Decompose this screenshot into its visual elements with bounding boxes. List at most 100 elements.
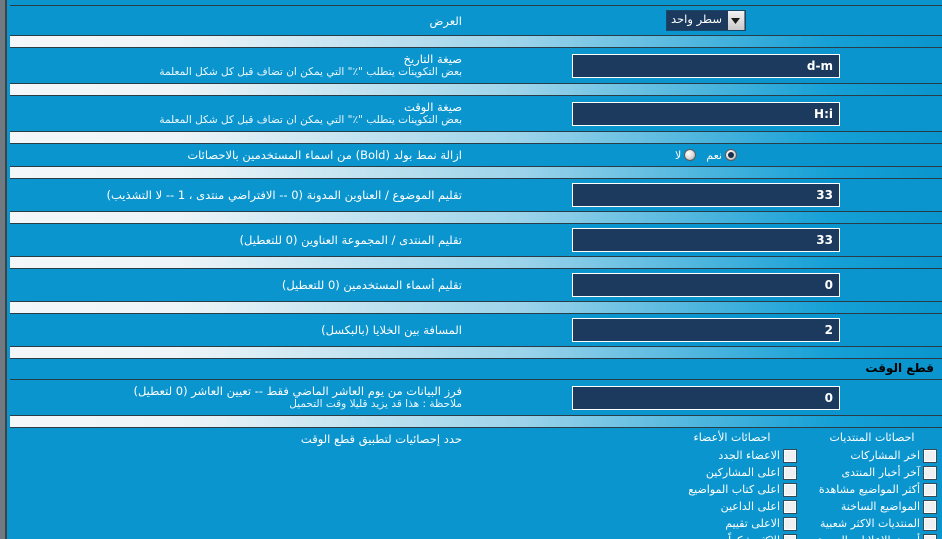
checkbox-column-forum-stats: احصائات المنتديات اخر المشاركات آخر أخبا…: [802, 431, 942, 539]
radio-on-icon[interactable]: [725, 149, 737, 161]
setting-row-time-format: صيغة الوقت بعض التكوينات يتطلب "٪" التي …: [10, 96, 942, 131]
checkbox-icon[interactable]: [783, 465, 797, 480]
cell-spacing-field-cell: [470, 314, 942, 346]
setting-row-trim-topic: تقليم الموضوع / العناوين المدونة (0 -- ا…: [10, 179, 942, 211]
setting-row-time-cut-stats: احصائات المنتديات اخر المشاركات آخر أخبا…: [10, 428, 942, 539]
row-separator: [10, 131, 942, 144]
remove-bold-field-cell: نعم لا: [470, 145, 942, 166]
checkbox-label: أكثر المواضيع مشاهدة: [818, 483, 920, 496]
date-format-field-cell: [470, 50, 942, 82]
trim-topic-input[interactable]: [572, 183, 840, 207]
display-label-cell: العرض: [10, 10, 470, 32]
remove-bold-radio-no[interactable]: لا: [675, 149, 697, 162]
display-select[interactable]: سطر واحد: [666, 10, 746, 31]
checkbox-label: المواضيع الساخنة: [840, 500, 920, 513]
checkbox-label: اعلى كتاب المواضيع: [688, 483, 780, 496]
row-separator: [10, 415, 942, 428]
row-separator: [10, 256, 942, 269]
settings-sheet: سطر واحد العرض صيغة التاريخ بعض التكوينا…: [10, 0, 942, 539]
section-header-time-cut: قطع الوقت: [10, 359, 942, 378]
setting-row-display: سطر واحد العرض: [10, 6, 942, 35]
checkbox-item[interactable]: آخر أخبار المنتدى: [808, 464, 937, 481]
date-format-label: صيغة التاريخ: [403, 52, 462, 66]
time-cutoff-label-cell: فرز البيانات من يوم العاشر الماضي فقط --…: [10, 380, 470, 415]
remove-bold-radio-yes[interactable]: نعم: [706, 149, 737, 162]
checkbox-item[interactable]: أكثر المواضيع مشاهدة: [808, 481, 937, 498]
checkbox-item[interactable]: المواضيع الساخنة: [808, 498, 937, 515]
cell-spacing-label-cell: المسافة بين الخلايا (بالبكسل): [10, 319, 470, 341]
checkbox-label: المنتديات الاكثر شعبية: [820, 517, 920, 530]
checkbox-icon[interactable]: [783, 448, 797, 463]
remove-bold-yes-label: نعم: [706, 148, 722, 162]
checkbox-icon[interactable]: [923, 516, 937, 531]
trim-usernames-input[interactable]: [572, 273, 840, 297]
time-cutoff-field-cell: [470, 382, 942, 414]
time-cutoff-label: فرز البيانات من يوم العاشر الماضي فقط --…: [133, 384, 462, 398]
checkbox-icon[interactable]: [783, 482, 797, 497]
checkbox-icon[interactable]: [923, 533, 937, 539]
checkbox-icon[interactable]: [923, 499, 937, 514]
checkbox-icon[interactable]: [783, 499, 797, 514]
setting-row-time-cutoff: فرز البيانات من يوم العاشر الماضي فقط --…: [10, 380, 942, 415]
checkbox-label: الاعلى تقييم: [725, 517, 780, 530]
time-format-label-cell: صيغة الوقت بعض التكوينات يتطلب "٪" التي …: [10, 96, 470, 131]
time-format-input[interactable]: [572, 101, 840, 126]
trim-forum-label: تقليم المنتدى / المجموعة العناوين (0 للت…: [239, 233, 462, 247]
date-format-label-cell: صيغة التاريخ بعض التكوينات يتطلب "٪" الت…: [10, 48, 470, 83]
time-cutoff-desc: ملاحظة : هذا قد يزيد قليلا وقت التحميل: [289, 398, 462, 410]
row-separator: [10, 301, 942, 314]
forum-stats-header: احصائات المنتديات: [829, 431, 915, 444]
setting-row-cell-spacing: المسافة بين الخلايا (بالبكسل): [10, 314, 942, 346]
checkbox-icon[interactable]: [923, 448, 937, 463]
checkbox-item[interactable]: اعلى كتاب المواضيع: [668, 481, 797, 498]
checkbox-icon[interactable]: [923, 465, 937, 480]
trim-usernames-label-cell: تقليم أسماء المستخدمين (0 للتعطيل): [10, 274, 470, 296]
row-separator: [10, 166, 942, 179]
trim-usernames-label: تقليم أسماء المستخدمين (0 للتعطيل): [281, 278, 462, 292]
radio-off-icon[interactable]: [684, 149, 697, 161]
row-separator: [10, 211, 942, 224]
cell-spacing-input[interactable]: [572, 318, 840, 342]
checkbox-icon[interactable]: [783, 516, 797, 531]
checkbox-item[interactable]: الاعضاء الجدد: [668, 447, 797, 464]
checkbox-item[interactable]: اعلى المشاركين: [668, 464, 797, 481]
checkbox-item[interactable]: الاعلى تقييم: [668, 515, 797, 532]
time-cutoff-input[interactable]: [572, 385, 840, 410]
setting-row-trim-usernames: تقليم أسماء المستخدمين (0 للتعطيل): [10, 269, 942, 301]
checkbox-column-member-stats: احصائات الأعضاء الاعضاء الجدد اعلى المشا…: [662, 431, 802, 539]
section-header-label: قطع الوقت: [865, 361, 934, 375]
setting-row-remove-bold: نعم لا ازالة نمط بولد (Bold) من اسماء ال…: [10, 144, 942, 166]
checkbox-item[interactable]: المنتديات الاكثر شعبية: [808, 515, 937, 532]
checkbox-label: آخر أخبار المنتدى: [841, 466, 920, 479]
setting-row-date-format: صيغة التاريخ بعض التكوينات يتطلب "٪" الت…: [10, 48, 942, 83]
time-format-field-cell: [470, 98, 942, 130]
trim-forum-input[interactable]: [572, 228, 840, 252]
checkbox-icon[interactable]: [923, 482, 937, 497]
trim-topic-field-cell: [470, 179, 942, 211]
settings-page: سطر واحد العرض صيغة التاريخ بعض التكوينا…: [0, 0, 942, 539]
checkbox-label: اعلى الداعين: [720, 500, 780, 513]
setting-row-trim-forum: تقليم المنتدى / المجموعة العناوين (0 للت…: [10, 224, 942, 256]
date-format-input[interactable]: [572, 53, 840, 78]
member-stats-header: احصائات الأعضاء: [693, 431, 771, 444]
section-separator: [10, 346, 942, 359]
time-cut-stats-label-cell: حدد إحصائيات لتطبيق قطع الوقت: [10, 428, 470, 450]
trim-topic-label-cell: تقليم الموضوع / العناوين المدونة (0 -- ا…: [10, 184, 470, 206]
time-format-label: صيغة الوقت: [403, 100, 462, 114]
checkbox-label: أحدث الإعلانات المبوبة: [817, 534, 920, 539]
date-format-desc: بعض التكوينات يتطلب "٪" التي يمكن ان تضا…: [159, 66, 462, 78]
cell-spacing-label: المسافة بين الخلايا (بالبكسل): [321, 323, 462, 337]
time-cut-stats-columns: احصائات المنتديات اخر المشاركات آخر أخبا…: [470, 428, 942, 539]
trim-usernames-field-cell: [470, 269, 942, 301]
chevron-down-icon[interactable]: [727, 11, 745, 30]
checkbox-icon[interactable]: [783, 533, 797, 539]
checkbox-label: الاكثر شكراً: [728, 534, 780, 539]
checkbox-item[interactable]: اعلى الداعين: [668, 498, 797, 515]
display-label: العرض: [429, 13, 463, 28]
time-format-desc: بعض التكوينات يتطلب "٪" التي يمكن ان تضا…: [159, 114, 462, 126]
checkbox-item[interactable]: أحدث الإعلانات المبوبة: [808, 532, 937, 539]
checkbox-item[interactable]: اخر المشاركات: [808, 447, 937, 464]
time-cut-stats-label: حدد إحصائيات لتطبيق قطع الوقت: [300, 432, 462, 446]
remove-bold-label: ازالة نمط بولد (Bold) من اسماء المستخدمي…: [187, 148, 462, 162]
checkbox-item[interactable]: الاكثر شكراً: [668, 532, 797, 539]
